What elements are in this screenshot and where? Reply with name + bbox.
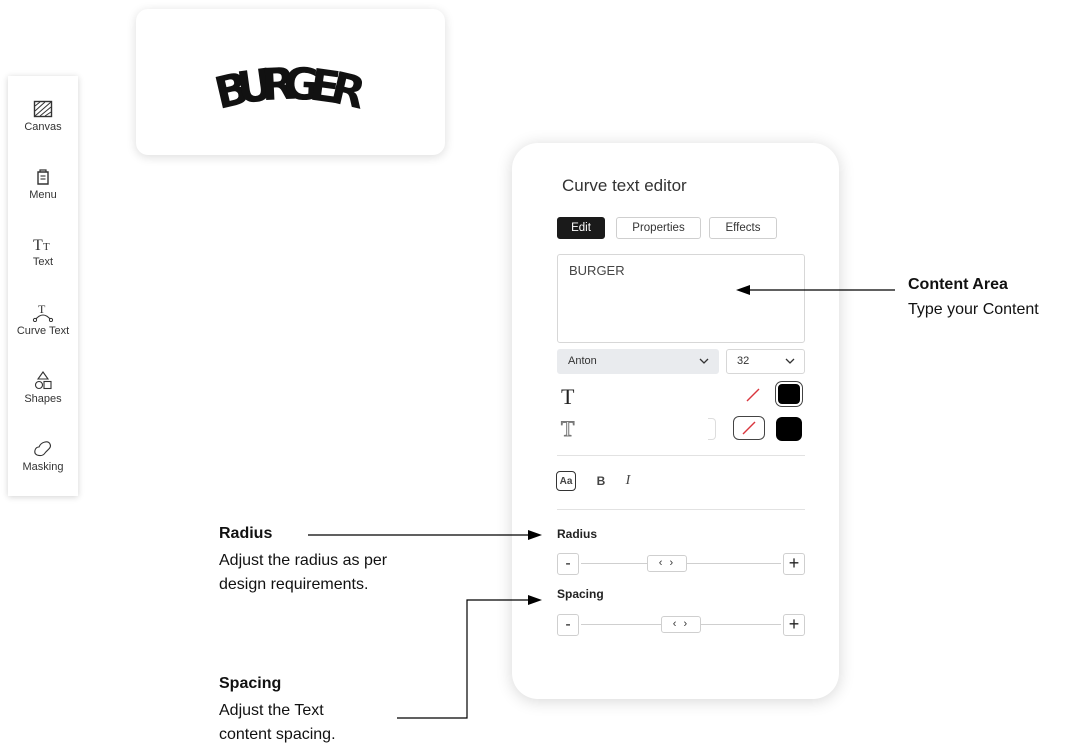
annotation-radius-title: Radius [219, 525, 273, 542]
annotation-content-title: Content Area [908, 276, 1008, 293]
annotation-spacing-title: Spacing [219, 675, 282, 692]
annotation-radius-line2: design requirements. [219, 576, 369, 593]
annotation-spacing-line1: Adjust the Text [219, 702, 324, 719]
annotation-radius-line1: Adjust the radius as per [219, 552, 388, 569]
annotation-arrows [308, 285, 895, 719]
annotation-content-text: Type your Content [908, 301, 1039, 318]
annotation-spacing-line2: content spacing. [219, 726, 336, 743]
